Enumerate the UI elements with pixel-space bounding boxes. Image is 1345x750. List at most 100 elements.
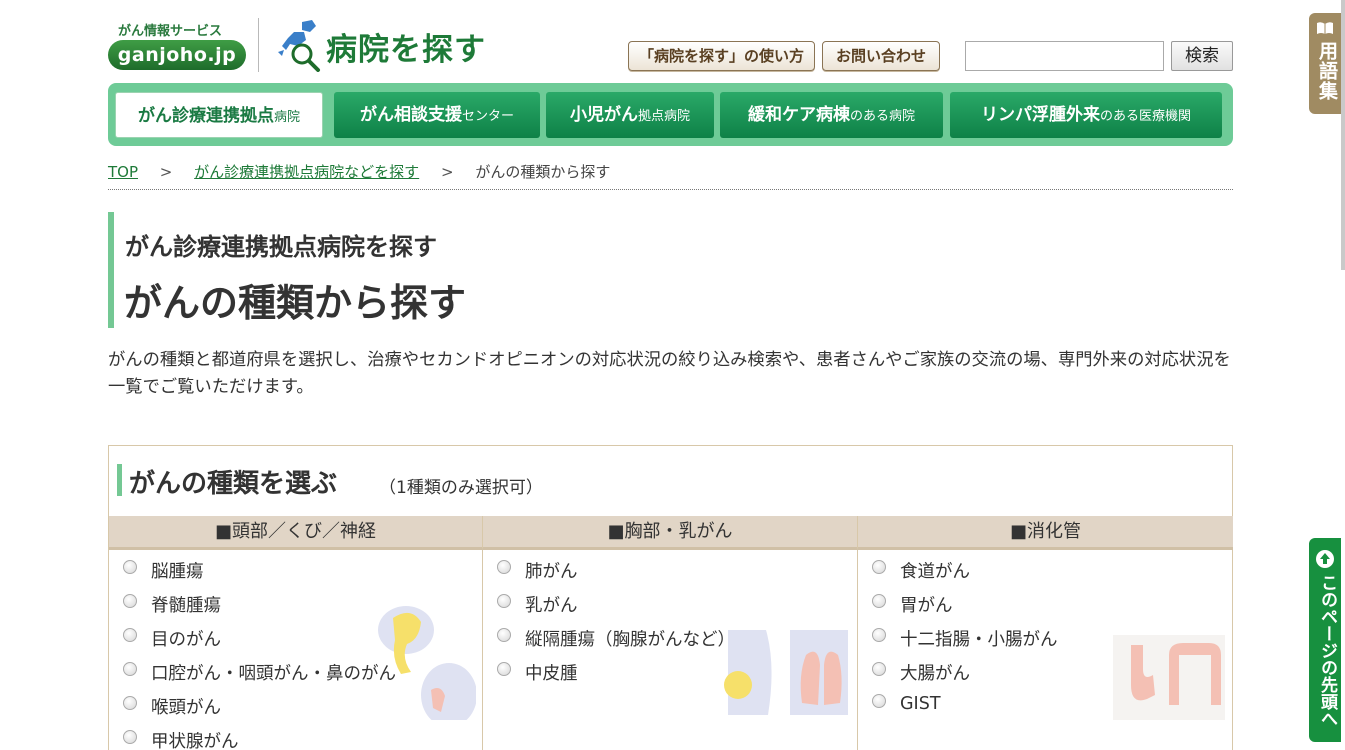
option-mediastinal-tumor[interactable]: 縦隔腫瘍（胸腺がんなど） [497,623,735,653]
page-scrollbar[interactable] [1341,0,1345,270]
radio-button[interactable] [123,696,137,710]
option-label: 大腸がん [900,663,970,684]
radio-button[interactable] [872,694,886,708]
section-title: がんの種類を選ぶ [129,469,338,499]
logo-subtitle: がん情報サービス [118,24,223,39]
option-gist[interactable]: GIST [872,689,941,719]
option-label: 胃がん [900,595,953,616]
option-label: 肺がん [525,561,578,582]
option-esophageal-cancer[interactable]: 食道がん [872,555,970,585]
logo-divider [258,18,259,72]
breadcrumb-hub-link[interactable]: がん診療連携拠点病院などを探す [194,163,419,181]
option-label: 目のがん [151,629,221,650]
ganjoho-logo[interactable]: がん情報サービス ganjoho.jp [108,18,246,72]
option-label: 脳腫瘍 [151,561,204,582]
tab-consultation-center[interactable]: がん相談支援センター [334,92,540,138]
tab-label: がん相談支援 [359,105,462,125]
tab-label: がん診療連携拠点 [137,106,274,126]
tab-lymphedema-clinic[interactable]: リンパ浮腫外来のある医療機関 [950,92,1222,138]
option-label: 甲状腺がん [151,731,239,750]
tab-label-small: のある病院 [849,109,915,124]
option-stomach-cancer[interactable]: 胃がん [872,589,953,619]
back-to-top-tab[interactable]: このページの先頭へ [1309,538,1341,742]
contact-button[interactable]: お問い合わせ [822,41,940,71]
tab-palliative-care[interactable]: 緩和ケア病棟のある病院 [720,92,943,138]
tab-label: 緩和ケア病棟 [747,105,850,125]
radio-button[interactable] [497,628,511,642]
option-mesothelioma[interactable]: 中皮腫 [497,657,578,687]
column-digestive: 食道がん 胃がん 十二指腸・小腸がん 大腸がん GIST [858,550,1233,750]
category-nav: がん診療連携拠点病院 がん相談支援センター 小児がん拠点病院 緩和ケア病棟のある… [108,83,1233,146]
option-brain-tumor[interactable]: 脳腫瘍 [123,555,204,585]
logo-wordmark: ganjoho.jp [108,40,246,70]
chest-illustration-icon [724,630,848,715]
breadcrumb: TOP > がん診療連携拠点病院などを探す > がんの種類から探す [108,161,1233,190]
usage-guide-button[interactable]: 「病院を探す」の使い方 [628,41,815,71]
section-note: （1種類のみ選択可） [379,478,543,498]
site-title: 病院を探す [326,32,486,68]
heading-accent-bar [108,212,114,328]
radio-button[interactable] [123,594,137,608]
tab-label-small: のある医療機関 [1099,109,1191,124]
option-thyroid-cancer[interactable]: 甲状腺がん [123,725,239,750]
option-label: 縦隔腫瘍（胸腺がんなど） [525,629,735,650]
tab-label-small: 拠点病院 [637,109,690,124]
radio-button[interactable] [872,560,886,574]
radio-button[interactable] [123,662,137,676]
option-label: GIST [900,694,941,714]
radio-button[interactable] [872,662,886,676]
option-label: 喉頭がん [151,697,221,718]
option-duodenum-small-intestine[interactable]: 十二指腸・小腸がん [872,623,1058,653]
option-lung-cancer[interactable]: 肺がん [497,555,578,585]
column-head-neck: 脳腫瘍 脊髄腫瘍 目のがん 口腔がん・咽頭がん・鼻のがん 喉頭がん 甲状腺がん [109,550,483,750]
tab-label-small: 病院 [273,110,300,125]
option-eye-cancer[interactable]: 目のがん [123,623,221,653]
column-head-digestive: ■消化管 [858,516,1233,550]
breadcrumb-top-link[interactable]: TOP [108,163,138,181]
page-title: がんの種類から探す [124,281,467,325]
radio-button[interactable] [123,560,137,574]
glossary-tab[interactable]: 用語集 [1309,13,1341,114]
tab-label: リンパ浮腫外来 [980,105,1100,125]
radio-button[interactable] [123,628,137,642]
breadcrumb-separator: > [159,163,173,181]
radio-button[interactable] [123,730,137,744]
option-spinal-tumor[interactable]: 脊髄腫瘍 [123,589,221,619]
tab-label-small: センター [461,109,514,124]
radio-button[interactable] [872,628,886,642]
option-larynx-cancer[interactable]: 喉頭がん [123,691,221,721]
intro-text: がんの種類と都道府県を選択し、治療やセカンドオピニオンの対応状況の絞り込み検索や… [108,350,1231,397]
radio-button[interactable] [872,594,886,608]
back-to-top-label: このページの先頭へ [1317,574,1337,727]
tab-label: 小児がん [569,105,638,125]
option-label: 食道がん [900,561,970,582]
cancer-type-panel: がんの種類を選ぶ （1種類のみ選択可） ■頭部／くび／神経 脳腫瘍 脊髄腫瘍 目… [108,445,1233,750]
column-chest-breast: 肺がん 乳がん 縦隔腫瘍（胸腺がんなど） 中皮腫 [483,550,858,750]
map-magnifier-icon [278,20,320,72]
glossary-label: 用語集 [1316,41,1338,101]
search-button[interactable]: 検索 [1171,41,1233,71]
breadcrumb-current: がんの種類から探す [475,163,611,181]
option-label: 中皮腫 [525,663,578,684]
tab-cancer-hub-hospital[interactable]: がん診療連携拠点病院 [115,92,323,138]
arrow-up-circle-icon [1316,550,1334,568]
search-input[interactable] [965,41,1164,71]
radio-button[interactable] [497,560,511,574]
option-label: 十二指腸・小腸がん [900,629,1058,650]
column-head-chest-breast: ■胸部・乳がん [483,516,858,550]
option-colorectal-cancer[interactable]: 大腸がん [872,657,970,687]
section-accent-bar [117,464,122,496]
option-oral-pharynx-nose[interactable]: 口腔がん・咽頭がん・鼻のがん [123,657,396,687]
option-breast-cancer[interactable]: 乳がん [497,589,578,619]
tab-pediatric-hub[interactable]: 小児がん拠点病院 [546,92,714,138]
option-label: 脊髄腫瘍 [151,595,221,616]
radio-button[interactable] [497,594,511,608]
column-head-head-neck: ■頭部／くび／神経 [109,516,483,550]
book-icon [1317,22,1333,34]
option-label: 乳がん [525,595,578,616]
option-label: 口腔がん・咽頭がん・鼻のがん [151,663,396,684]
digestive-illustration-icon [1113,635,1225,720]
page-subtitle: がん診療連携拠点病院を探す [125,233,437,261]
radio-button[interactable] [497,662,511,676]
breadcrumb-separator: > [440,163,454,181]
